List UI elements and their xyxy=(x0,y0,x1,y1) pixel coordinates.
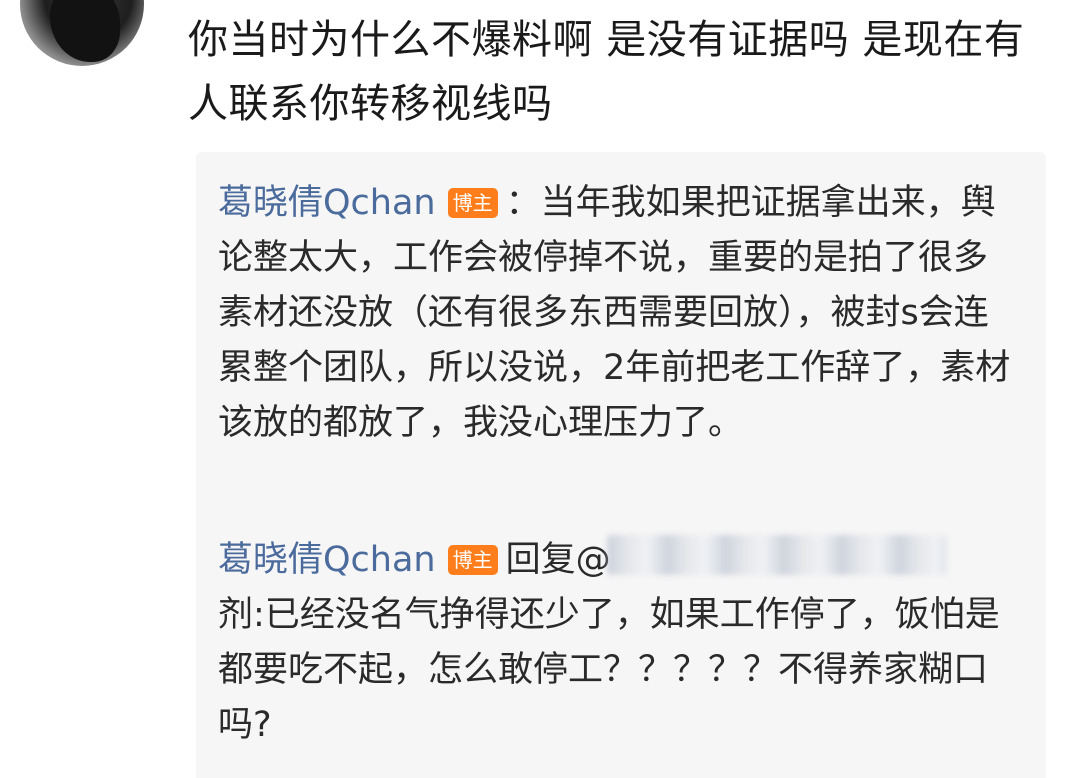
blurred-mention xyxy=(606,535,947,575)
reply-item[interactable]: 葛晓倩Qchan 博主 回复@ 剂:已经没名气挣得还少了，如果工作停了，饭怕是都要吃不… xyxy=(218,533,1018,753)
reply-username[interactable]: 葛晓倩Qchan xyxy=(218,183,436,223)
reply-username[interactable]: 葛晓倩Qchan xyxy=(218,540,436,580)
reply-item[interactable]: 葛晓倩Qchan 博主 ：当年我如果把证据拿出来，舆论整太大，工作会被停掉不说，重要… xyxy=(218,176,1018,451)
reply-prefix: 回复@ xyxy=(505,540,611,580)
avatar[interactable] xyxy=(20,0,144,66)
comment-text: 你当时为什么不爆料啊 是没有证据吗 是现在有人联系你转移视线吗 xyxy=(188,17,1025,127)
comment-thread: 你当时为什么不爆料啊 是没有证据吗 是现在有人联系你转移视线吗 葛晓倩Qchan… xyxy=(0,0,1080,778)
author-badge: 博主 xyxy=(447,545,498,575)
reply-text: :已经没名气挣得还少了，如果工作停了，饭怕是都要吃不起，怎么敢停工？？？？？不得… xyxy=(218,595,1000,745)
author-badge: 博主 xyxy=(447,188,498,218)
reply-separator: ： xyxy=(505,183,541,223)
reply-box[interactable]: 葛晓倩Qchan 博主 ：当年我如果把证据拿出来，舆论整太大，工作会被停掉不说，重要… xyxy=(196,152,1046,778)
avatar-figure xyxy=(50,0,120,62)
reply-to-tail: 剂 xyxy=(218,595,254,635)
